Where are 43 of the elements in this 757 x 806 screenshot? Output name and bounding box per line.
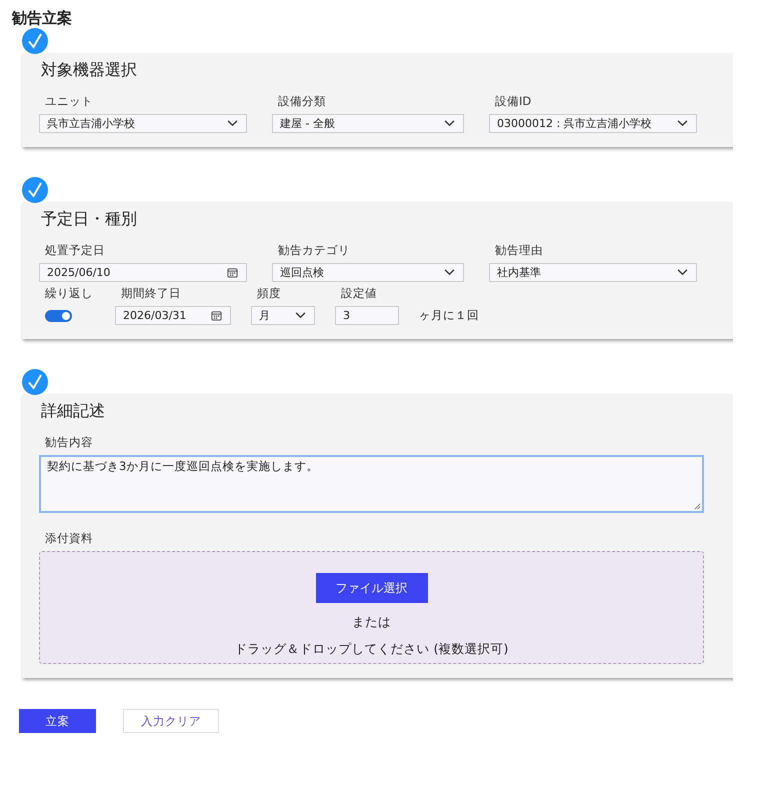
submit-button[interactable]: 立案 [19,709,96,733]
field-label: 設備分類 [278,94,327,108]
field-label: 設定値 [341,286,378,300]
select-field[interactable]: 呉市立吉浦小学校 [39,114,247,133]
or-text: または [352,614,391,630]
chevron-down-icon [444,269,455,276]
field-label: 頻度 [257,286,282,300]
field-label: 勧告理由 [495,243,544,257]
field-label: 勧告カテゴリ [278,243,351,257]
field-label: 設備ID [495,94,532,108]
field-label: 繰り返し [45,286,94,300]
file-drop-zone[interactable]: ファイル選択 または ドラッグ＆ドロップしてください (複数選択可) [39,551,704,664]
file-select-button[interactable]: ファイル選択 [316,573,428,603]
section-title: 予定日・種別 [41,209,138,229]
date-field[interactable]: 2026/03/31 [115,306,231,325]
chevron-down-icon [677,120,688,127]
toggle-switch[interactable] [45,310,72,322]
field-label: 期間終了日 [121,286,182,300]
section-title: 対象機器選択 [41,60,138,80]
resize-grip-icon [694,503,701,510]
date-field[interactable]: 2025/06/10 [39,263,247,282]
calendar-icon [227,267,238,278]
drop-hint: ドラッグ＆ドロップしてください (複数選択可) [234,641,508,657]
select-field[interactable]: 建屋 - 全般 [272,114,464,133]
calendar-icon [211,310,222,321]
page-title: 勧告立案 [12,8,73,28]
textarea-field[interactable]: 契約に基づき3か月に一度巡回点検を実施します。 [39,455,704,513]
chevron-down-icon [677,269,688,276]
select-field[interactable]: 03000012 : 呉市立吉浦小学校 [489,114,697,133]
text-field[interactable]: 3 [335,306,399,325]
field-label: 勧告内容 [45,435,94,449]
chevron-down-icon [227,120,238,127]
select-field[interactable]: 巡回点検 [272,263,464,282]
field-label: 処置予定日 [45,243,106,257]
field-label: 添付資料 [45,531,94,545]
select-field[interactable]: 月 [251,306,315,325]
field-label: ユニット [45,94,94,108]
chevron-down-icon [444,120,455,127]
select-field[interactable]: 社内基準 [489,263,697,282]
clear-button[interactable]: 入力クリア [123,709,219,733]
section-title: 詳細記述 [41,401,106,421]
frequency-note: ヶ月に１回 [419,307,480,324]
chevron-down-icon [295,312,306,319]
